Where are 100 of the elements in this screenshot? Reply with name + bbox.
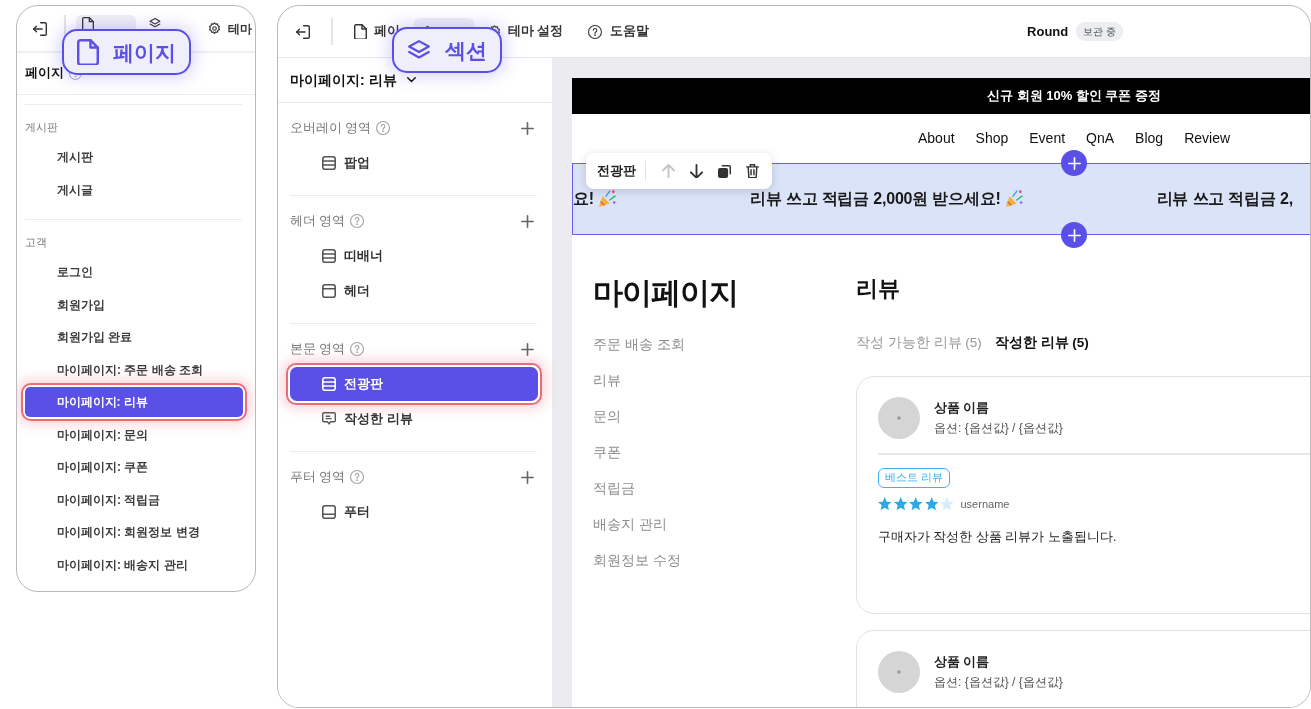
help-icon [350,470,365,484]
page-item[interactable]: 회원가입 완료 [25,327,242,348]
product-name: 상품 이름 [934,400,990,417]
plus-icon [521,470,534,484]
image-placeholder [878,651,920,693]
nav-link[interactable]: Review [1184,128,1231,149]
plus-icon [1067,228,1081,242]
nav-link[interactable]: QnA [1086,128,1115,149]
star-icon [924,497,938,511]
page-item[interactable]: 마이페이지: 배송지 관리 [25,554,242,575]
star-icon [878,497,892,511]
nav-link[interactable]: About [917,128,955,149]
copy-icon [717,164,731,178]
page-item[interactable]: 마이페이지: 적립금 [25,489,242,510]
section-item[interactable]: 띠배너 [290,244,537,267]
add-section-button[interactable] [521,121,534,135]
toolbar-tab[interactable]: 테마 [201,15,254,42]
marquee-text: 리뷰 쓰고 적립금 2,000원 받으세요! [749,189,1001,209]
marquee-text: 리뷰 쓰고 적립금 2, [1156,189,1293,209]
section-group-label: 푸터 영역 [290,468,346,486]
page-item[interactable]: 마이페이지: 쿠폰 [25,457,242,478]
page-item[interactable]: 마이페이지: 회원정보 변경 [25,522,242,543]
page-item[interactable]: 게시판 [25,147,242,168]
nav-link[interactable]: Shop [975,128,1009,149]
page-heading: 마이페이지 [593,275,738,311]
exit-icon [296,24,310,39]
announcement-bar: 신규 회원 10% 할인 쿠폰 증정 [572,78,1310,114]
callout-text: 섹션 [445,39,487,61]
help-icon [350,214,365,228]
section-group-label: 오버레이 영역 [290,119,372,137]
group-label: 고객 [25,234,47,250]
group-label: 게시판 [25,119,58,135]
sidebar-link[interactable]: 주문 배송 조회 [593,326,685,362]
callout-text: 페이지 [113,41,176,63]
layers-icon [148,18,161,28]
page-item[interactable]: 로그인 [25,262,242,283]
review-text: 구매자가 작성한 상품 리뷰가 노출됩니다. [878,530,1117,544]
plus-icon [521,121,534,135]
rows-layout-icon [322,248,336,263]
plus-icon [521,342,534,356]
add-section-button[interactable] [1061,222,1087,248]
section-group-label: 헤더 영역 [290,212,346,230]
sidebar-link[interactable]: 적립금 [593,470,635,506]
arrow-up-icon [661,163,675,179]
review-tab[interactable]: 작성한 리뷰 (5) [994,333,1089,353]
product-name: 상품 이름 [934,654,990,671]
page-item[interactable]: 회원가입 [25,294,242,315]
review-author: username [960,496,1010,512]
add-section-button[interactable] [521,470,534,484]
party-popper-icon [1004,190,1023,208]
rows-layout-icon [322,155,336,170]
section-item[interactable]: 팝업 [290,151,537,174]
chat-bubble-icon [322,412,336,425]
exit-button[interactable] [296,24,310,39]
star-icon [909,497,923,511]
sidebar-link[interactable]: 배송지 관리 [593,506,667,542]
section-item[interactable]: 푸터 [290,500,537,523]
header-layout-icon [322,283,336,298]
exit-icon [33,21,47,36]
nav-link[interactable]: Blog [1135,128,1164,149]
image-placeholder [878,397,920,439]
rows-layout-icon [321,376,336,391]
page-select[interactable]: 마이페이지: 리뷰 [290,69,416,91]
plus-icon [1067,156,1081,170]
page-item[interactable]: 마이페이지: 문의 [25,424,242,445]
trash-icon [745,163,759,179]
section-group-label: 본문 영역 [290,340,346,358]
section-name: 전광판 [597,162,636,180]
page-item[interactable]: 마이페이지: 주문 배송 조회 [25,359,242,380]
add-section-button[interactable] [521,342,534,356]
footer-layout-icon [322,504,336,519]
panel-title: 페이지 [25,65,64,83]
layers-icon [407,40,431,60]
product-option: 옵션: {옵션값} / {옵션값} [934,672,1063,692]
nav-link[interactable]: Event [1029,128,1066,149]
help-icon [376,121,391,135]
add-section-button[interactable] [521,214,534,228]
sidebar-link[interactable]: 리뷰 [593,362,621,398]
section-item[interactable]: 작성한 리뷰 [290,407,537,430]
site-name: Round [1027,22,1069,41]
party-popper-icon [597,190,616,208]
help-icon [588,24,602,39]
chevron-down-icon [406,77,416,83]
exit-button[interactable] [33,21,47,36]
product-option: 옵션: {옵션값} / {옵션값} [934,418,1063,438]
best-review-tag: 베스트 리뷰 [878,467,950,488]
sidebar-link[interactable]: 문의 [593,398,621,434]
help-button[interactable]: 도움말 [588,22,649,41]
page-item[interactable]: 게시글 [25,179,242,200]
add-section-button[interactable] [1061,150,1087,176]
settings-icon [207,22,221,35]
section-item[interactable]: 전광판 [289,366,538,401]
arrow-down-icon [689,163,703,179]
help-icon [350,342,365,356]
sidebar-link[interactable]: 회원정보 수정 [593,542,681,578]
section-item[interactable]: 헤더 [290,279,537,302]
page-item[interactable]: 마이페이지: 리뷰 [24,387,243,418]
status-tag: 보관 중 [1076,22,1123,41]
document-icon [353,23,367,40]
section-heading: 리뷰 [856,275,900,303]
